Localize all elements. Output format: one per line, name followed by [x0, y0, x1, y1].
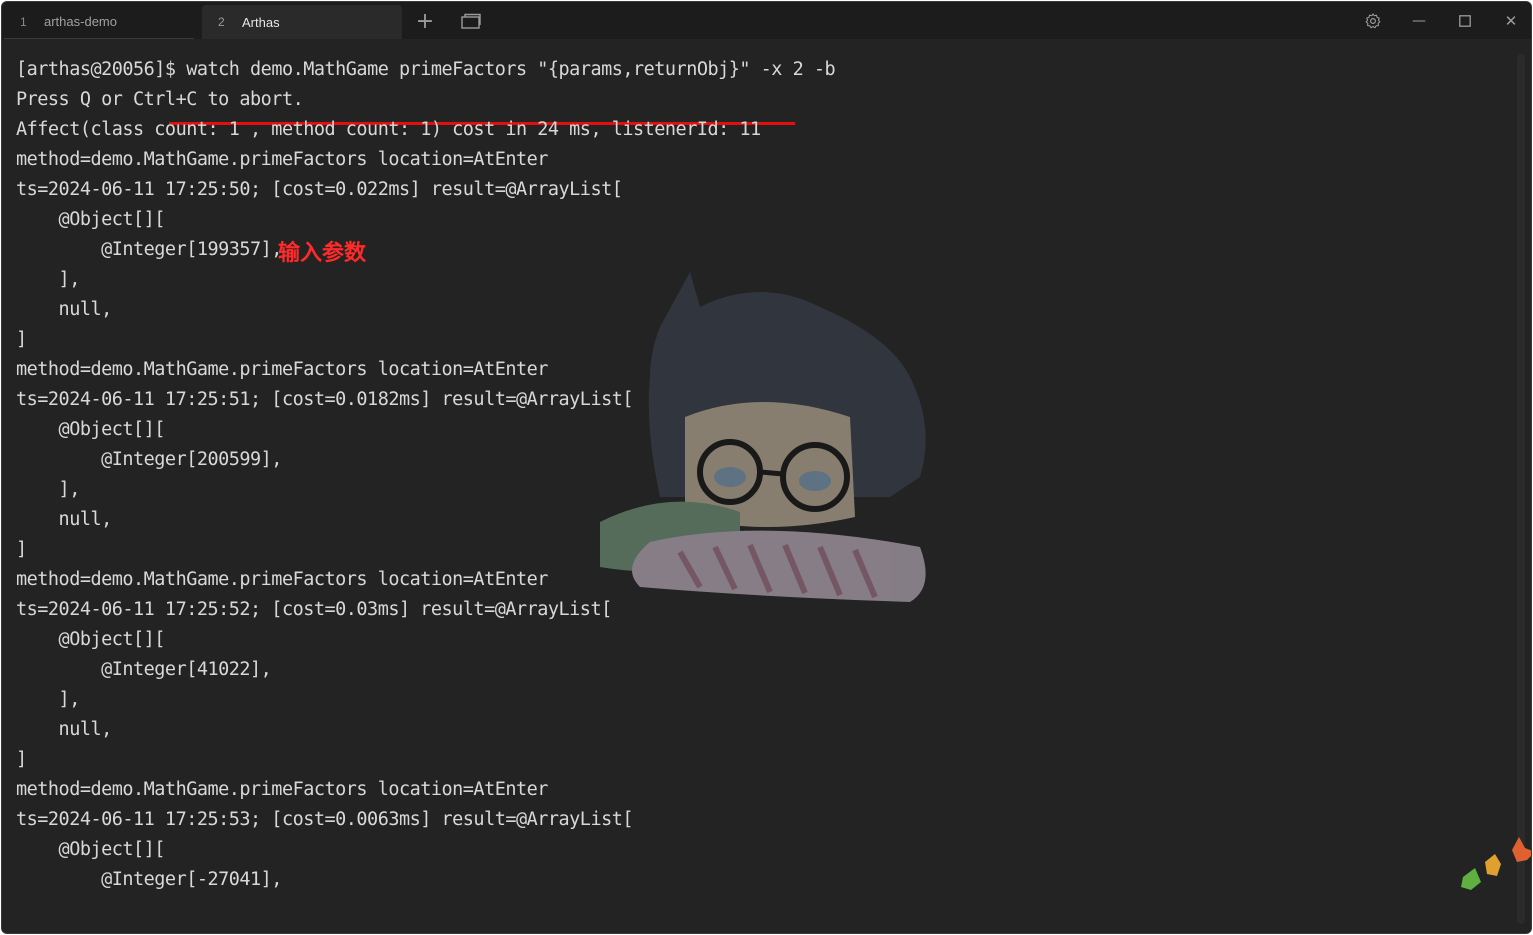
maximize-icon: [1459, 15, 1471, 27]
output-line: ts=2024-06-11 17:25:52; [cost=0.03ms] re…: [16, 599, 612, 620]
output-line: ],: [16, 479, 81, 500]
command-line: [arthas@20056]$ watch demo.MathGame prim…: [16, 55, 836, 85]
close-icon: ✕: [1504, 12, 1518, 30]
plus-icon: +: [415, 8, 435, 34]
output-line: @Object[][: [16, 629, 166, 650]
output-line: ]: [16, 329, 27, 350]
output-line: null,: [16, 509, 113, 530]
input-params-annotation: 输入参数: [278, 241, 367, 266]
tab-number: 1: [20, 14, 27, 29]
output-line: ]: [16, 749, 27, 770]
output-line: method=demo.MathGame.primeFactors locati…: [16, 569, 548, 590]
tab-bar: 1 arthas-demo 2 Arthas + — ✕: [2, 2, 1531, 39]
minimize-icon: —: [1412, 13, 1426, 29]
windows-icon: [461, 13, 481, 29]
output-line: null,: [16, 719, 113, 740]
prompt: [arthas@20056]$: [16, 59, 187, 80]
output-line: @Integer[-27041],: [16, 869, 282, 890]
tab-arthas[interactable]: 2 Arthas: [202, 5, 402, 39]
output-line: Press Q or Ctrl+C to abort.: [16, 89, 304, 110]
output-line: Affect(class count: 1 , method count: 1)…: [16, 119, 761, 140]
output-line: ]: [16, 539, 27, 560]
output-line: ],: [16, 689, 81, 710]
tab-number: 2: [218, 15, 225, 29]
new-tab-button[interactable]: +: [412, 8, 438, 34]
gear-icon: [1365, 13, 1381, 29]
minimize-button[interactable]: —: [1406, 8, 1432, 34]
output-line: @Object[][: [16, 209, 166, 230]
output-line: method=demo.MathGame.primeFactors locati…: [16, 149, 548, 170]
output-line: method=demo.MathGame.primeFactors locati…: [16, 779, 548, 800]
output-line: @Object[][: [16, 419, 166, 440]
background-character-image: [600, 272, 926, 602]
command-text: watch demo.MathGame primeFactors "{param…: [186, 59, 836, 80]
output-line: ts=2024-06-11 17:25:53; [cost=0.0063ms] …: [16, 809, 634, 830]
settings-button[interactable]: [1360, 8, 1386, 34]
terminal-window: 1 arthas-demo 2 Arthas + — ✕ [arthas@200…: [1, 1, 1532, 934]
maximize-button[interactable]: [1452, 8, 1478, 34]
output-line: @Integer[200599],: [16, 449, 282, 470]
output-line: ts=2024-06-11 17:25:51; [cost=0.0182ms] …: [16, 389, 634, 410]
output-line: @Integer[41022],: [16, 659, 272, 680]
output-line: null,: [16, 299, 113, 320]
decorative-sprite-icon: [1461, 837, 1531, 890]
output-line: method=demo.MathGame.primeFactors locati…: [16, 359, 548, 380]
output-line: @Object[][: [16, 839, 166, 860]
tab-label: arthas-demo: [44, 14, 117, 29]
tab-arthas-demo[interactable]: 1 arthas-demo: [4, 5, 194, 39]
scrollbar[interactable]: [1517, 54, 1525, 924]
output-line: ts=2024-06-11 17:25:50; [cost=0.022ms] r…: [16, 179, 623, 200]
tab-label: Arthas: [242, 14, 280, 30]
output-line: ],: [16, 269, 81, 290]
output-line: @Integer[199357],: [16, 239, 282, 260]
close-button[interactable]: ✕: [1498, 8, 1524, 34]
tab-overview-button[interactable]: [458, 8, 484, 34]
